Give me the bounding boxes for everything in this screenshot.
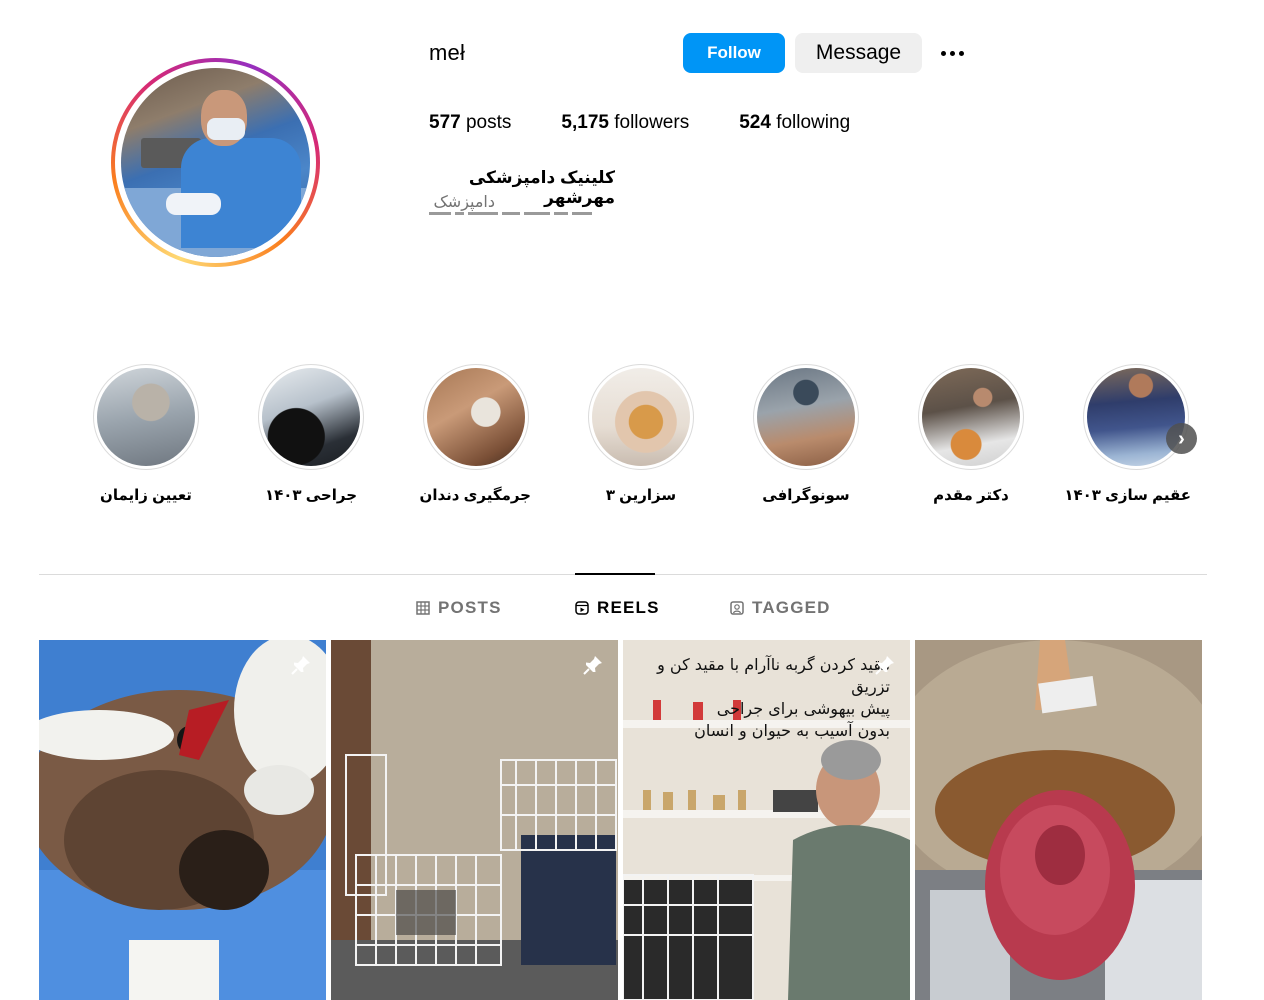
profile-stats: 577 posts 5,175 followers 524 following xyxy=(429,112,900,134)
post-tile[interactable] xyxy=(331,640,618,1000)
highlight-image xyxy=(262,368,360,466)
overlay-line: پیش بیهوشی برای جراحی xyxy=(716,699,890,718)
pinned-icon xyxy=(583,656,602,675)
posts-label: posts xyxy=(465,112,512,133)
tab-reels-label: REELS xyxy=(597,598,660,617)
highlight-ring xyxy=(258,364,364,470)
highlight-item[interactable]: جرمگیری دندان xyxy=(419,364,531,504)
highlight-label: دکتر مقدم xyxy=(933,487,1009,504)
highlight-image xyxy=(1087,368,1185,466)
avatar-image xyxy=(121,68,310,257)
highlight-label: سزارین ۳ xyxy=(605,487,677,504)
post-image xyxy=(331,640,618,1000)
post-tile[interactable] xyxy=(39,640,326,1000)
profile-avatar[interactable] xyxy=(111,58,320,267)
highlight-item[interactable]: سونوگرافی xyxy=(751,364,861,504)
bio-category: دامپزشک xyxy=(433,194,495,211)
posts-count-stat: 577 posts xyxy=(429,112,511,134)
following-count: 524 xyxy=(739,112,771,133)
overlay-line: مقید کردن گربه ناآرام با مقید کن و تزریق xyxy=(657,655,890,696)
following-stat[interactable]: 524 following xyxy=(739,112,850,134)
highlight-image xyxy=(427,368,525,466)
post-tile[interactable]: مقید کردن گربه ناآرام با مقید کن و تزریق… xyxy=(623,640,910,1000)
highlight-image xyxy=(922,368,1020,466)
highlight-image xyxy=(757,368,855,466)
pinned-icon xyxy=(875,656,894,675)
highlight-label: جرمگیری دندان xyxy=(419,487,531,504)
username: meł xyxy=(429,40,466,65)
tab-posts-label: POSTS xyxy=(438,598,502,617)
avatar-border xyxy=(115,62,316,263)
tab-reels[interactable]: REELS xyxy=(575,598,660,618)
post-image xyxy=(39,640,326,1000)
reels-icon xyxy=(575,601,589,615)
bio-truncated-line xyxy=(429,212,599,217)
highlight-ring xyxy=(588,364,694,470)
posts-count: 577 xyxy=(429,112,461,133)
highlight-ring xyxy=(1083,364,1189,470)
highlight-label: سونوگرافی xyxy=(762,487,850,504)
highlight-label: تعیین زایمان xyxy=(100,487,192,504)
post-image xyxy=(915,640,1202,1000)
grid-icon xyxy=(416,601,430,615)
tab-tagged[interactable]: TAGGED xyxy=(730,598,831,618)
overlay-line: بدون آسیب به حیوان و انسان xyxy=(694,721,890,740)
tab-tagged-label: TAGGED xyxy=(752,598,831,617)
followers-label: followers xyxy=(614,112,690,133)
following-label: following xyxy=(776,112,851,133)
followers-count: 5,175 xyxy=(561,112,609,133)
highlight-item[interactable]: دکتر مقدم xyxy=(916,364,1026,504)
post-overlay-caption: مقید کردن گربه ناآرام با مقید کن و تزریق… xyxy=(640,654,890,742)
highlight-ring xyxy=(93,364,199,470)
follow-button[interactable]: Follow xyxy=(683,33,785,73)
highlight-ring xyxy=(918,364,1024,470)
message-button[interactable]: Message xyxy=(795,33,922,73)
highlight-ring xyxy=(423,364,529,470)
pinned-icon xyxy=(291,656,310,675)
post-tile[interactable] xyxy=(915,640,1202,1000)
profile-page: meł Follow Message 577 posts 5,175 follo… xyxy=(0,0,1264,1000)
highlight-item[interactable]: جراحی ۱۴۰۳ xyxy=(256,364,366,504)
highlight-image xyxy=(592,368,690,466)
highlight-item[interactable]: تعیین زایمان xyxy=(91,364,201,504)
highlight-label: جراحی ۱۴۰۳ xyxy=(264,487,358,504)
followers-stat[interactable]: 5,175 followers xyxy=(561,112,689,134)
tagged-user-icon xyxy=(730,601,744,615)
highlight-label: عقیم سازی ۱۴۰۳ xyxy=(1064,487,1191,504)
highlights-next-chevron-icon[interactable]: › xyxy=(1166,423,1197,454)
active-tab-indicator xyxy=(575,573,655,575)
more-options-icon[interactable] xyxy=(932,38,972,68)
highlight-image xyxy=(97,368,195,466)
highlight-item[interactable]: سزارین ۳ xyxy=(586,364,696,504)
tab-posts[interactable]: POSTS xyxy=(416,598,502,618)
highlight-ring xyxy=(753,364,859,470)
